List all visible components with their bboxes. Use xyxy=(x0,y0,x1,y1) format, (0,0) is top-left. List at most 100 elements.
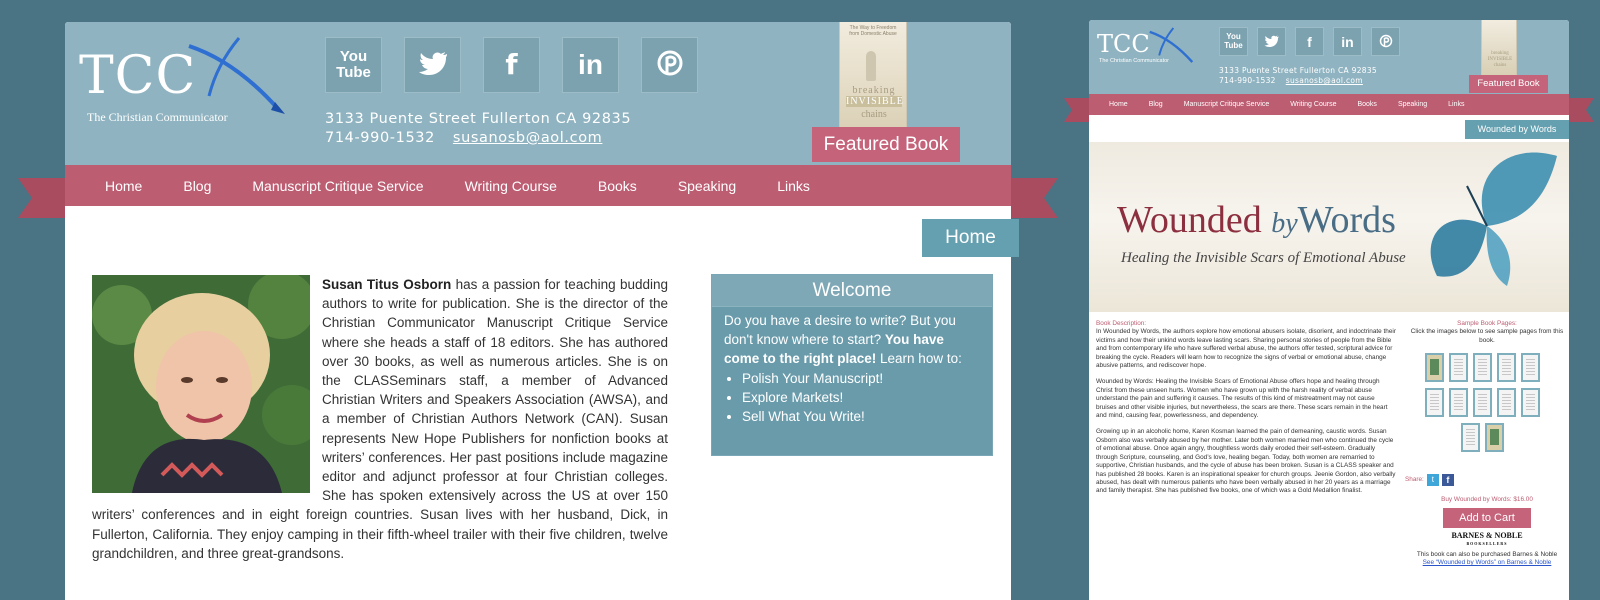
welcome-intro-end: Learn how to: xyxy=(876,351,962,366)
youtube-icon: You Tube xyxy=(1224,32,1243,50)
facebook-button[interactable]: f xyxy=(1295,27,1324,56)
page-wounded-by-words-button[interactable]: Wounded by Words xyxy=(1465,120,1569,139)
book-description: Book Description: In Wounded by Words, t… xyxy=(1096,320,1396,504)
site-logo[interactable]: TCC The Christian Communicator xyxy=(79,36,289,136)
email-link[interactable]: susanosb@aol.com xyxy=(1286,76,1363,85)
author-bio: Susan Titus Osborn has a passion for tea… xyxy=(92,275,668,563)
facebook-icon: f xyxy=(1307,33,1312,50)
facebook-button[interactable]: f xyxy=(483,37,540,93)
barnes-noble-link[interactable]: See “Wounded by Words” on Barnes & Noble xyxy=(1405,559,1569,567)
linkedin-button[interactable]: in xyxy=(1333,27,1362,56)
share-label: Share: xyxy=(1405,476,1424,484)
nav-writing-course[interactable]: Writing Course xyxy=(465,178,557,194)
banner-subtitle: Healing the Invisible Scars of Emotional… xyxy=(1121,250,1406,266)
nav-home[interactable]: Home xyxy=(105,178,142,194)
nav-blog[interactable]: Blog xyxy=(183,178,211,194)
welcome-item[interactable]: Sell What You Write! xyxy=(742,407,980,426)
social-links-small: You Tube f in xyxy=(1219,27,1400,56)
book-sidebar: Sample Book Pages: Click the images belo… xyxy=(1405,320,1569,567)
phone: 714-990-1532 xyxy=(325,130,435,146)
email-link[interactable]: susanosb@aol.com xyxy=(453,130,602,146)
share-row: Share: t f xyxy=(1405,474,1569,487)
social-links: You Tube f in xyxy=(325,37,698,93)
site-header: TCC The Christian Communicator You Tube f… xyxy=(65,22,1011,165)
linkedin-icon: in xyxy=(1341,33,1354,50)
contact-info: 3133 Puente Street Fullerton CA 92835 71… xyxy=(325,110,631,148)
featured-book-cover[interactable]: The Way to Freedom from Domestic Abuse b… xyxy=(839,22,907,134)
welcome-title: Welcome xyxy=(712,275,992,307)
sample-page-thumbnail[interactable] xyxy=(1497,353,1516,383)
nav-home[interactable]: Home xyxy=(1109,101,1128,108)
sample-page-thumbnail[interactable] xyxy=(1473,353,1492,383)
twitter-icon xyxy=(418,51,448,80)
nav-manuscript-critique[interactable]: Manuscript Critique Service xyxy=(1184,101,1270,108)
quill-pen-icon xyxy=(188,37,285,114)
address: 3133 Puente Street Fullerton CA 92835 xyxy=(325,111,632,127)
twitter-icon xyxy=(1264,35,1279,49)
youtube-button[interactable]: You Tube xyxy=(325,37,382,93)
nav-books[interactable]: Books xyxy=(598,178,637,194)
sample-page-thumbnail[interactable] xyxy=(1425,388,1444,418)
linkedin-icon: in xyxy=(578,49,603,80)
facebook-icon: f xyxy=(505,48,518,81)
nav-ribbon-tail-left xyxy=(18,178,68,218)
add-to-cart-button[interactable]: Add to Cart xyxy=(1443,507,1531,528)
nav-books[interactable]: Books xyxy=(1357,101,1376,108)
twitter-button[interactable] xyxy=(1257,27,1286,56)
quill-pen-icon xyxy=(1149,27,1194,63)
nav-speaking[interactable]: Speaking xyxy=(1398,101,1427,108)
sample-page-thumbnail[interactable] xyxy=(1449,388,1468,418)
welcome-item[interactable]: Polish Your Manuscript! xyxy=(742,369,980,388)
sample-page-thumbnail[interactable] xyxy=(1497,388,1516,418)
sample-page-thumbnail[interactable] xyxy=(1521,353,1540,383)
nav-manuscript-critique[interactable]: Manuscript Critique Service xyxy=(252,178,423,194)
sample-page-thumbnail[interactable] xyxy=(1485,423,1504,453)
phone: 714-990-1532 xyxy=(1219,76,1276,85)
main-nav-small: Home Blog Manuscript Critique Service Wr… xyxy=(1089,94,1569,115)
main-nav: Home Blog Manuscript Critique Service Wr… xyxy=(65,165,1011,206)
book-page-preview: TCC The Christian Communicator You Tube f… xyxy=(1089,20,1569,600)
buy-label: Buy Wounded by Words: $16.00 xyxy=(1441,496,1533,504)
home-page-preview: TCC The Christian Communicator You Tube f… xyxy=(65,22,1011,600)
pinterest-button[interactable] xyxy=(641,37,698,93)
site-header-small: TCC The Christian Communicator You Tube f… xyxy=(1089,20,1569,94)
featured-book-label-small[interactable]: Featured Book xyxy=(1469,75,1548,93)
nav-speaking[interactable]: Speaking xyxy=(678,178,736,194)
sample-page-thumbnail[interactable] xyxy=(1425,353,1444,383)
book-cover-title-small: breaking INVISIBLE chains xyxy=(1487,51,1513,68)
featured-book-label[interactable]: Featured Book xyxy=(812,127,960,162)
facebook-share-icon[interactable]: f xyxy=(1441,474,1454,487)
linkedin-button[interactable]: in xyxy=(562,37,619,93)
welcome-list: Polish Your Manuscript! Explore Markets!… xyxy=(742,369,980,426)
book-description-paragraph: Wounded by Words: Healing the Invisible … xyxy=(1096,378,1388,420)
nav-blog[interactable]: Blog xyxy=(1149,101,1163,108)
nav-ribbon-tail-right xyxy=(1008,178,1058,218)
sample-pages-label: Sample Book Pages: xyxy=(1457,320,1517,327)
welcome-item[interactable]: Explore Markets! xyxy=(742,388,980,407)
book-cover-line1: breaking xyxy=(852,85,896,96)
sample-page-thumbnail[interactable] xyxy=(1473,388,1492,418)
welcome-box: Welcome Do you have a desire to write? B… xyxy=(711,274,993,456)
twitter-button[interactable] xyxy=(404,37,461,93)
book-description-paragraph: In Wounded by Words, the authors explore… xyxy=(1096,328,1396,370)
youtube-button[interactable]: You Tube xyxy=(1219,27,1248,56)
sample-page-thumbnail[interactable] xyxy=(1449,353,1468,383)
nav-ribbon-tail-left-small xyxy=(1064,98,1092,122)
sample-pages-hint: Click the images below to see sample pag… xyxy=(1410,328,1564,344)
nav-writing-course[interactable]: Writing Course xyxy=(1290,101,1336,108)
twitter-share-icon[interactable]: t xyxy=(1426,474,1439,487)
barnes-noble-logo[interactable]: BARNES & NOBLE BOOKSELLERS xyxy=(1405,531,1569,547)
pinterest-button[interactable] xyxy=(1371,27,1400,56)
book-cover-line3: chains xyxy=(861,109,887,120)
sample-page-thumbnail[interactable] xyxy=(1461,423,1480,453)
youtube-icon: You Tube xyxy=(336,48,371,81)
also-purchase-text: This book can also be purchased Barnes &… xyxy=(1416,550,1558,558)
featured-book-cover-small[interactable]: breaking INVISIBLE chains xyxy=(1481,20,1517,76)
page-home-button[interactable]: Home xyxy=(922,219,1019,257)
nav-links[interactable]: Links xyxy=(777,178,810,194)
nav-ribbon-tail-right-small xyxy=(1566,98,1594,122)
nav-links[interactable]: Links xyxy=(1448,101,1464,108)
sample-page-thumbnail[interactable] xyxy=(1521,388,1540,418)
logo-text-small: TCC xyxy=(1097,30,1150,58)
address: 3133 Puente Street Fullerton CA 92835 xyxy=(1219,66,1377,75)
